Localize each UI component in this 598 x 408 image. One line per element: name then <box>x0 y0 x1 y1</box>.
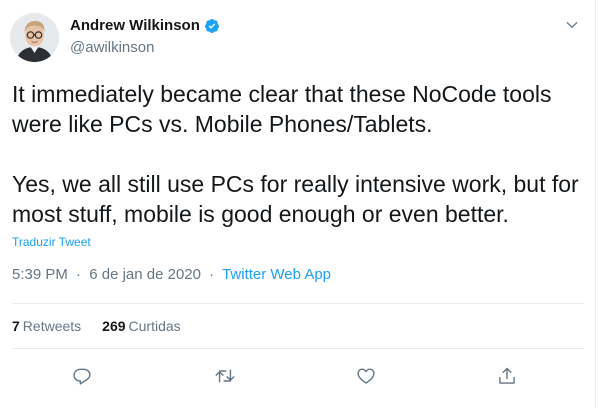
tweet-paragraph: It immediately became clear that these N… <box>12 81 552 137</box>
likes-count: 269 <box>102 318 126 334</box>
likes-label: Curtidas <box>128 318 181 334</box>
divider <box>12 348 584 349</box>
tweet-stats: 7 Retweets 269 Curtidas <box>12 318 202 334</box>
verified-badge-icon <box>204 18 220 34</box>
divider <box>12 303 584 304</box>
avatar-image <box>10 13 59 62</box>
author-handle[interactable]: @awilkinson <box>70 39 154 56</box>
tweet-card: Andrew Wilkinson @awilkinson It immediat… <box>0 0 596 408</box>
chevron-down-icon[interactable] <box>562 15 582 35</box>
share-icon[interactable] <box>495 364 519 388</box>
like-icon[interactable] <box>354 364 378 388</box>
tweet-date[interactable]: 6 de jan de 2020 <box>89 266 201 283</box>
retweet-icon[interactable] <box>213 364 237 388</box>
tweet-metadata: 5:39 PM · 6 de jan de 2020 · Twitter Web… <box>12 266 331 283</box>
avatar[interactable] <box>10 13 59 62</box>
translate-tweet-link[interactable]: Traduzir Tweet <box>12 235 91 249</box>
retweets-label: Retweets <box>22 318 82 334</box>
tweet-source-link[interactable]: Twitter Web App <box>222 266 331 283</box>
retweets-stat[interactable]: 7 Retweets <box>12 318 81 334</box>
author-display-name[interactable]: Andrew Wilkinson <box>70 17 200 34</box>
retweets-count: 7 <box>12 318 20 334</box>
tweet-actions <box>0 364 596 388</box>
tweet-paragraph: Yes, we all still use PCs for really int… <box>12 171 579 227</box>
meta-separator: · <box>76 266 82 283</box>
author-name-row[interactable]: Andrew Wilkinson <box>70 17 220 34</box>
reply-icon[interactable] <box>70 364 94 388</box>
tweet-text: It immediately became clear that these N… <box>12 79 582 229</box>
meta-separator: · <box>209 266 215 283</box>
likes-stat[interactable]: 269 Curtidas <box>102 318 181 334</box>
tweet-time[interactable]: 5:39 PM <box>12 266 68 283</box>
